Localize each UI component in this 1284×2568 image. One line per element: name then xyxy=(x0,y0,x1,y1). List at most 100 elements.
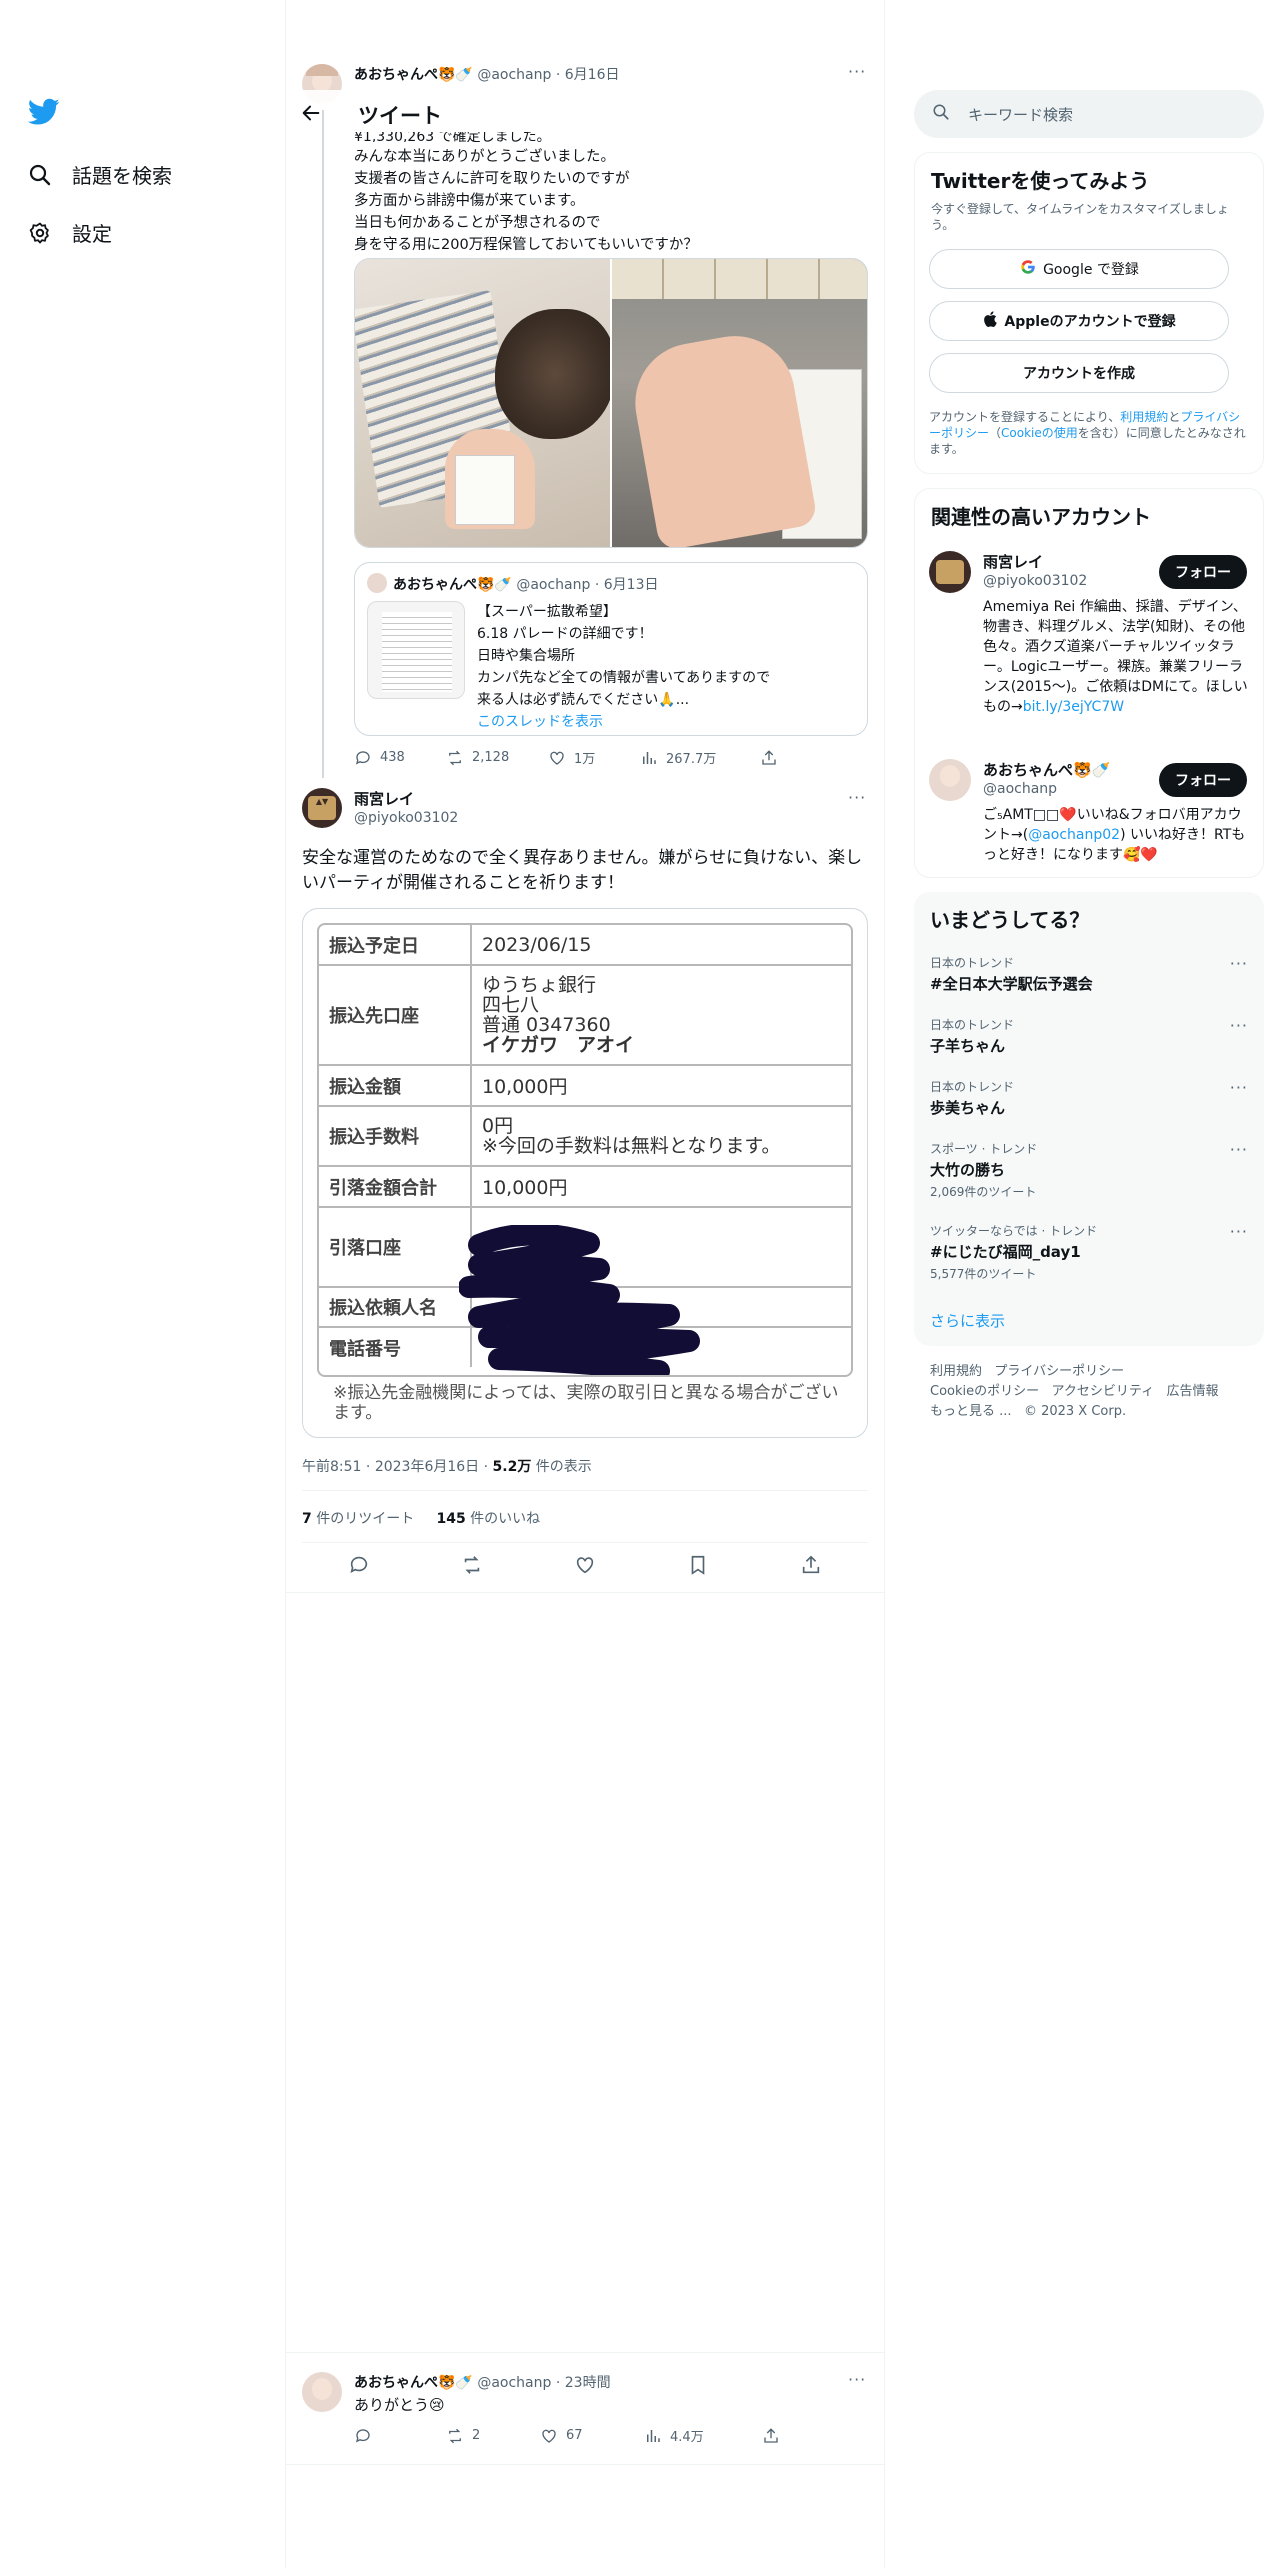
more-icon[interactable]: ··· xyxy=(848,2370,866,2389)
avatar[interactable]: ▲▼ xyxy=(302,788,342,828)
account-handle[interactable]: @aochanp xyxy=(983,781,1057,797)
more-icon[interactable]: ··· xyxy=(848,62,866,81)
author-handle[interactable]: @aochanp xyxy=(477,67,551,83)
photo-cash-cat[interactable] xyxy=(355,259,615,547)
avatar[interactable] xyxy=(302,2372,342,2412)
view-count: 5.2万 xyxy=(492,1459,532,1475)
google-signup-button[interactable]: Google で登録 xyxy=(929,249,1229,289)
tweet-full-date[interactable]: 2023年6月16日 xyxy=(375,1459,479,1475)
likes-count: 145 xyxy=(436,1511,466,1527)
engagement-stats: 7 件のリツイート 145 件のいいね xyxy=(302,1508,540,1528)
retweet-icon[interactable] xyxy=(461,1554,483,1580)
twitter-bird-icon[interactable] xyxy=(27,98,62,132)
retweets-label: 件のリツイート xyxy=(316,1511,415,1527)
quoted-text-line: 日時や集合場所 xyxy=(477,648,575,664)
follow-button[interactable]: フォロー xyxy=(1159,763,1247,797)
tweet-time[interactable]: 午前8:51 xyxy=(302,1459,361,1475)
more-icon[interactable]: ··· xyxy=(1230,1140,1248,1159)
share-icon[interactable] xyxy=(800,1554,822,1580)
search-input[interactable]: キーワード検索 xyxy=(914,90,1264,138)
heart-icon[interactable] xyxy=(574,1554,596,1580)
bio-link[interactable]: @aochanp02 xyxy=(1028,827,1120,843)
more-icon[interactable]: ··· xyxy=(848,788,866,807)
trend-item[interactable]: 日本のトレンド 歩美ちゃん ··· xyxy=(930,1078,1248,1118)
create-account-button[interactable]: アカウントを作成 xyxy=(929,353,1229,393)
author-name[interactable]: あおちゃんぺ🐯🍼 xyxy=(354,67,473,83)
footer-link[interactable]: 利用規約 xyxy=(930,1364,982,1379)
sidebar-item-label: 話題を検索 xyxy=(72,164,172,188)
cookie-link[interactable]: Cookieの使用 xyxy=(1001,426,1078,440)
footer-link[interactable]: Cookieのポリシー xyxy=(930,1384,1039,1399)
trend-item[interactable]: 日本のトレンド #全日本大学駅伝予選会 ··· xyxy=(930,954,1248,994)
divider xyxy=(302,1490,868,1491)
tweet-author-line: あおちゃんぺ🐯🍼 @aochanp · 23時間 xyxy=(354,2375,611,2391)
reply-button[interactable] xyxy=(354,2426,446,2445)
more-icon[interactable]: ··· xyxy=(1230,954,1248,973)
retweet-button[interactable]: 2 xyxy=(446,2426,540,2445)
footer-link[interactable]: もっと見る ... xyxy=(930,1404,1012,1419)
tweet-date[interactable]: 6月16日 xyxy=(565,67,620,83)
slip-value: 10,000円 xyxy=(471,1166,851,1208)
footer-link[interactable]: 広告情報 xyxy=(1167,1384,1219,1399)
footer-link[interactable]: プライバシーポリシー xyxy=(994,1364,1124,1379)
quoted-tweet-card[interactable]: あおちゃんぺ🐯🍼 @aochanp · 6月13日 【スーパー拡散希望】 6.1… xyxy=(354,562,868,736)
reply-count: 438 xyxy=(380,750,405,765)
more-icon[interactable]: ··· xyxy=(1230,1078,1248,1097)
trend-item[interactable]: スポーツ · トレンド 大竹の勝ち 2,069件のツイート ··· xyxy=(930,1140,1248,1200)
retweets-stat[interactable]: 7 件のリツイート xyxy=(302,1511,414,1527)
divider xyxy=(302,1542,868,1543)
more-icon[interactable]: ··· xyxy=(1230,1016,1248,1035)
bio-link[interactable]: bit.ly/3ejYC7W xyxy=(1023,699,1124,715)
show-thread-link[interactable]: このスレッドを表示 xyxy=(477,711,770,733)
tweet-date: 6月13日 xyxy=(603,577,659,593)
terms-link[interactable]: 利用規約 xyxy=(1120,410,1168,424)
sidebar-item-explore[interactable]: 話題を検索 xyxy=(28,160,172,189)
follow-button[interactable]: フォロー xyxy=(1159,555,1247,589)
trend-item[interactable]: ツイッターならでは · トレンド #にじたび福岡_day1 5,577件のツイー… xyxy=(930,1222,1248,1282)
account-name[interactable]: あおちゃんぺ🐯🍼 xyxy=(983,759,1110,780)
views-button[interactable]: 267.7万 xyxy=(640,748,760,767)
slip-value: イケガワ アオイ xyxy=(482,1034,635,1056)
google-icon xyxy=(1019,258,1037,280)
share-button[interactable] xyxy=(762,2426,780,2445)
slip-label: 振込予定日 xyxy=(319,925,472,966)
view-count: 4.4万 xyxy=(670,2430,704,2445)
bookmark-icon[interactable] xyxy=(687,1554,709,1580)
views-button[interactable]: 4.4万 xyxy=(644,2426,762,2445)
google-signup-label: Google で登録 xyxy=(1043,262,1139,278)
slip-label: 振込依頼人名 xyxy=(319,1287,472,1328)
reply-button[interactable]: 438 xyxy=(354,748,446,767)
tweet-media[interactable] xyxy=(354,258,868,548)
account-handle[interactable]: @piyoko03102 xyxy=(983,573,1087,589)
sidebar-item-settings[interactable]: 設定 xyxy=(28,218,112,247)
signup-card: Twitterを使ってみよう 今すぐ登録して、タイムラインをカスタマイズしましょ… xyxy=(914,152,1264,474)
photo-passbook[interactable] xyxy=(612,259,867,547)
tweet-media-slip[interactable]: 振込予定日 2023/06/15 振込先口座 ゆうちょ銀行 四七八 普通 0347… xyxy=(302,908,868,1438)
retweet-button[interactable]: 2,128 xyxy=(446,748,548,767)
show-more-link[interactable]: さらに表示 xyxy=(930,1310,1005,1331)
avatar[interactable] xyxy=(929,551,971,593)
footer-link[interactable]: アクセシビリティ xyxy=(1052,1384,1155,1399)
share-button[interactable] xyxy=(760,748,778,767)
like-button[interactable]: 67 xyxy=(540,2426,644,2445)
avatar xyxy=(367,573,387,593)
trends-title: いまどうしてる？ xyxy=(930,908,1090,932)
reply-text: ありがとう😢 xyxy=(354,2396,445,2414)
account-name[interactable]: 雨宮レイ xyxy=(983,551,1043,572)
divider xyxy=(286,1592,884,1593)
tweet-time[interactable]: 23時間 xyxy=(565,2375,611,2391)
trend-item[interactable]: 日本のトレンド 子羊ちゃん ··· xyxy=(930,1016,1248,1056)
trend-name: #にじたび福岡_day1 xyxy=(930,1243,1081,1261)
likes-stat[interactable]: 145 件のいいね xyxy=(436,1511,540,1527)
back-arrow-icon[interactable] xyxy=(300,102,324,126)
main-tweet-text: 安全な運営のためなので全く異存ありません。嫌がらせに負けない、楽しいパーティが開… xyxy=(302,848,863,893)
like-button[interactable]: 1万 xyxy=(548,748,640,767)
more-icon[interactable]: ··· xyxy=(1230,1222,1248,1241)
apple-signup-button[interactable]: Appleのアカウントで登録 xyxy=(929,301,1229,341)
author-handle[interactable]: @aochanp xyxy=(477,2375,551,2391)
avatar[interactable] xyxy=(929,759,971,801)
author-name[interactable]: 雨宮レイ xyxy=(354,788,414,809)
author-name[interactable]: あおちゃんぺ🐯🍼 xyxy=(354,2375,473,2391)
reply-icon[interactable] xyxy=(348,1554,370,1580)
author-handle[interactable]: @piyoko03102 xyxy=(354,810,458,826)
